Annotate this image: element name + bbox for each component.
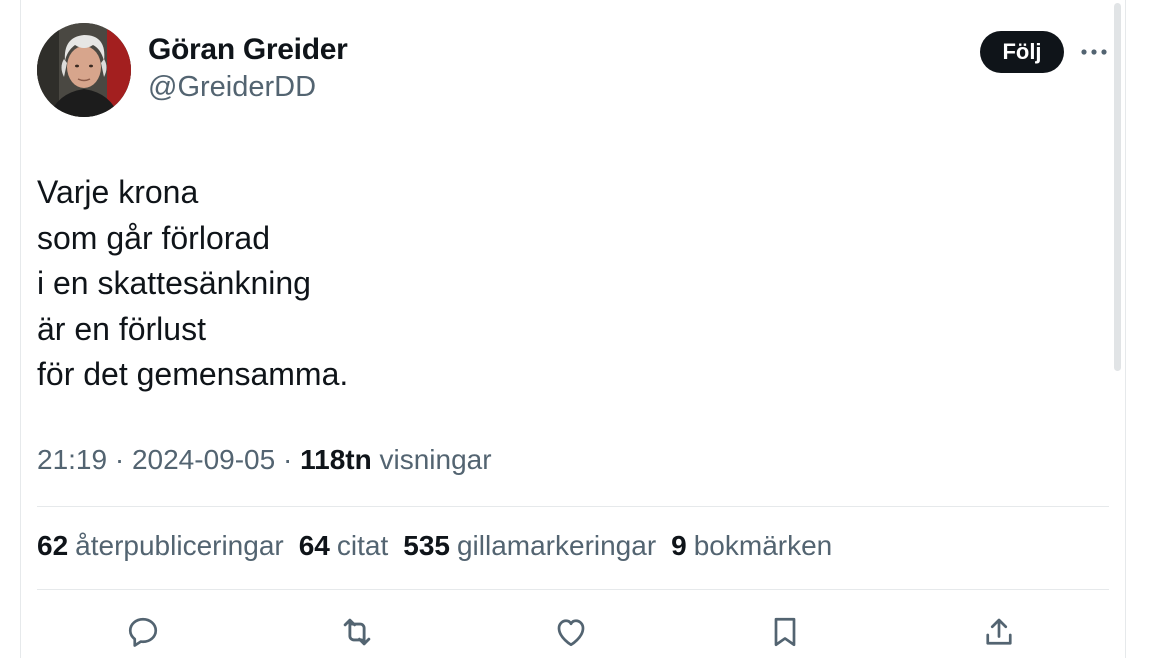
share-icon [986, 618, 1012, 645]
avatar[interactable] [37, 23, 131, 117]
stat-label: återpubliceringar [75, 530, 284, 561]
divider [37, 589, 1109, 590]
tweet-line: i en skattesänkning [37, 265, 311, 301]
like-icon [557, 619, 585, 647]
stat-count: 9 [671, 530, 687, 561]
stat-label: bokmärken [693, 530, 833, 561]
share-button[interactable] [979, 612, 1019, 652]
stat-label: citat [336, 530, 389, 561]
meta-separator: · [107, 444, 132, 475]
stat-count: 535 [403, 530, 450, 561]
follow-button[interactable]: Följ [980, 31, 1064, 73]
stat-likes[interactable]: 535 gillamarkeringar [403, 530, 656, 562]
tweet-date[interactable]: 2024-09-05 [132, 444, 275, 475]
reply-button[interactable] [123, 612, 163, 652]
meta-separator: · [275, 444, 301, 475]
stat-count: 64 [298, 530, 330, 561]
stat-label: gillamarkeringar [456, 530, 657, 561]
bookmark-icon [774, 617, 796, 647]
tweet-line: för det gemensamma. [37, 356, 349, 392]
tweet-meta: 21:19 · 2024-09-05 · 118tn visningar [37, 444, 492, 476]
profile-photo [37, 23, 131, 117]
retweet-icon [343, 618, 371, 646]
author-handle[interactable]: @GreiderDD [148, 71, 316, 104]
tweet-time[interactable]: 21:19 [37, 444, 107, 475]
stat-bookmarks[interactable]: 9 bokmärken [671, 530, 832, 562]
stat-quotes[interactable]: 64 citat [299, 530, 389, 562]
tweet-line: är en förlust [37, 310, 206, 347]
stat-count: 62 [37, 530, 69, 561]
views-count: 118tn [300, 444, 372, 475]
tweet-stats: 62 återpubliceringar 64 citat 535 gillamark… [37, 530, 832, 562]
retweet-button[interactable] [337, 612, 377, 652]
tweet-line: som går förlorad [37, 219, 270, 256]
more-button[interactable] [1078, 38, 1110, 66]
views-label: visningar [379, 444, 492, 475]
scrollbar[interactable] [1114, 3, 1121, 371]
bookmark-button[interactable] [765, 612, 805, 652]
stat-reposts[interactable]: 62 återpubliceringar [37, 530, 284, 562]
more-horizontal-icon [1081, 49, 1107, 55]
reply-icon [128, 617, 158, 647]
divider [37, 506, 1109, 507]
tweet-text: Varje krona som går förlorad i en skatte… [37, 170, 348, 398]
like-button[interactable] [551, 612, 591, 652]
author-name[interactable]: Göran Greider [148, 33, 348, 67]
tweet-line: Varje krona [37, 174, 199, 210]
